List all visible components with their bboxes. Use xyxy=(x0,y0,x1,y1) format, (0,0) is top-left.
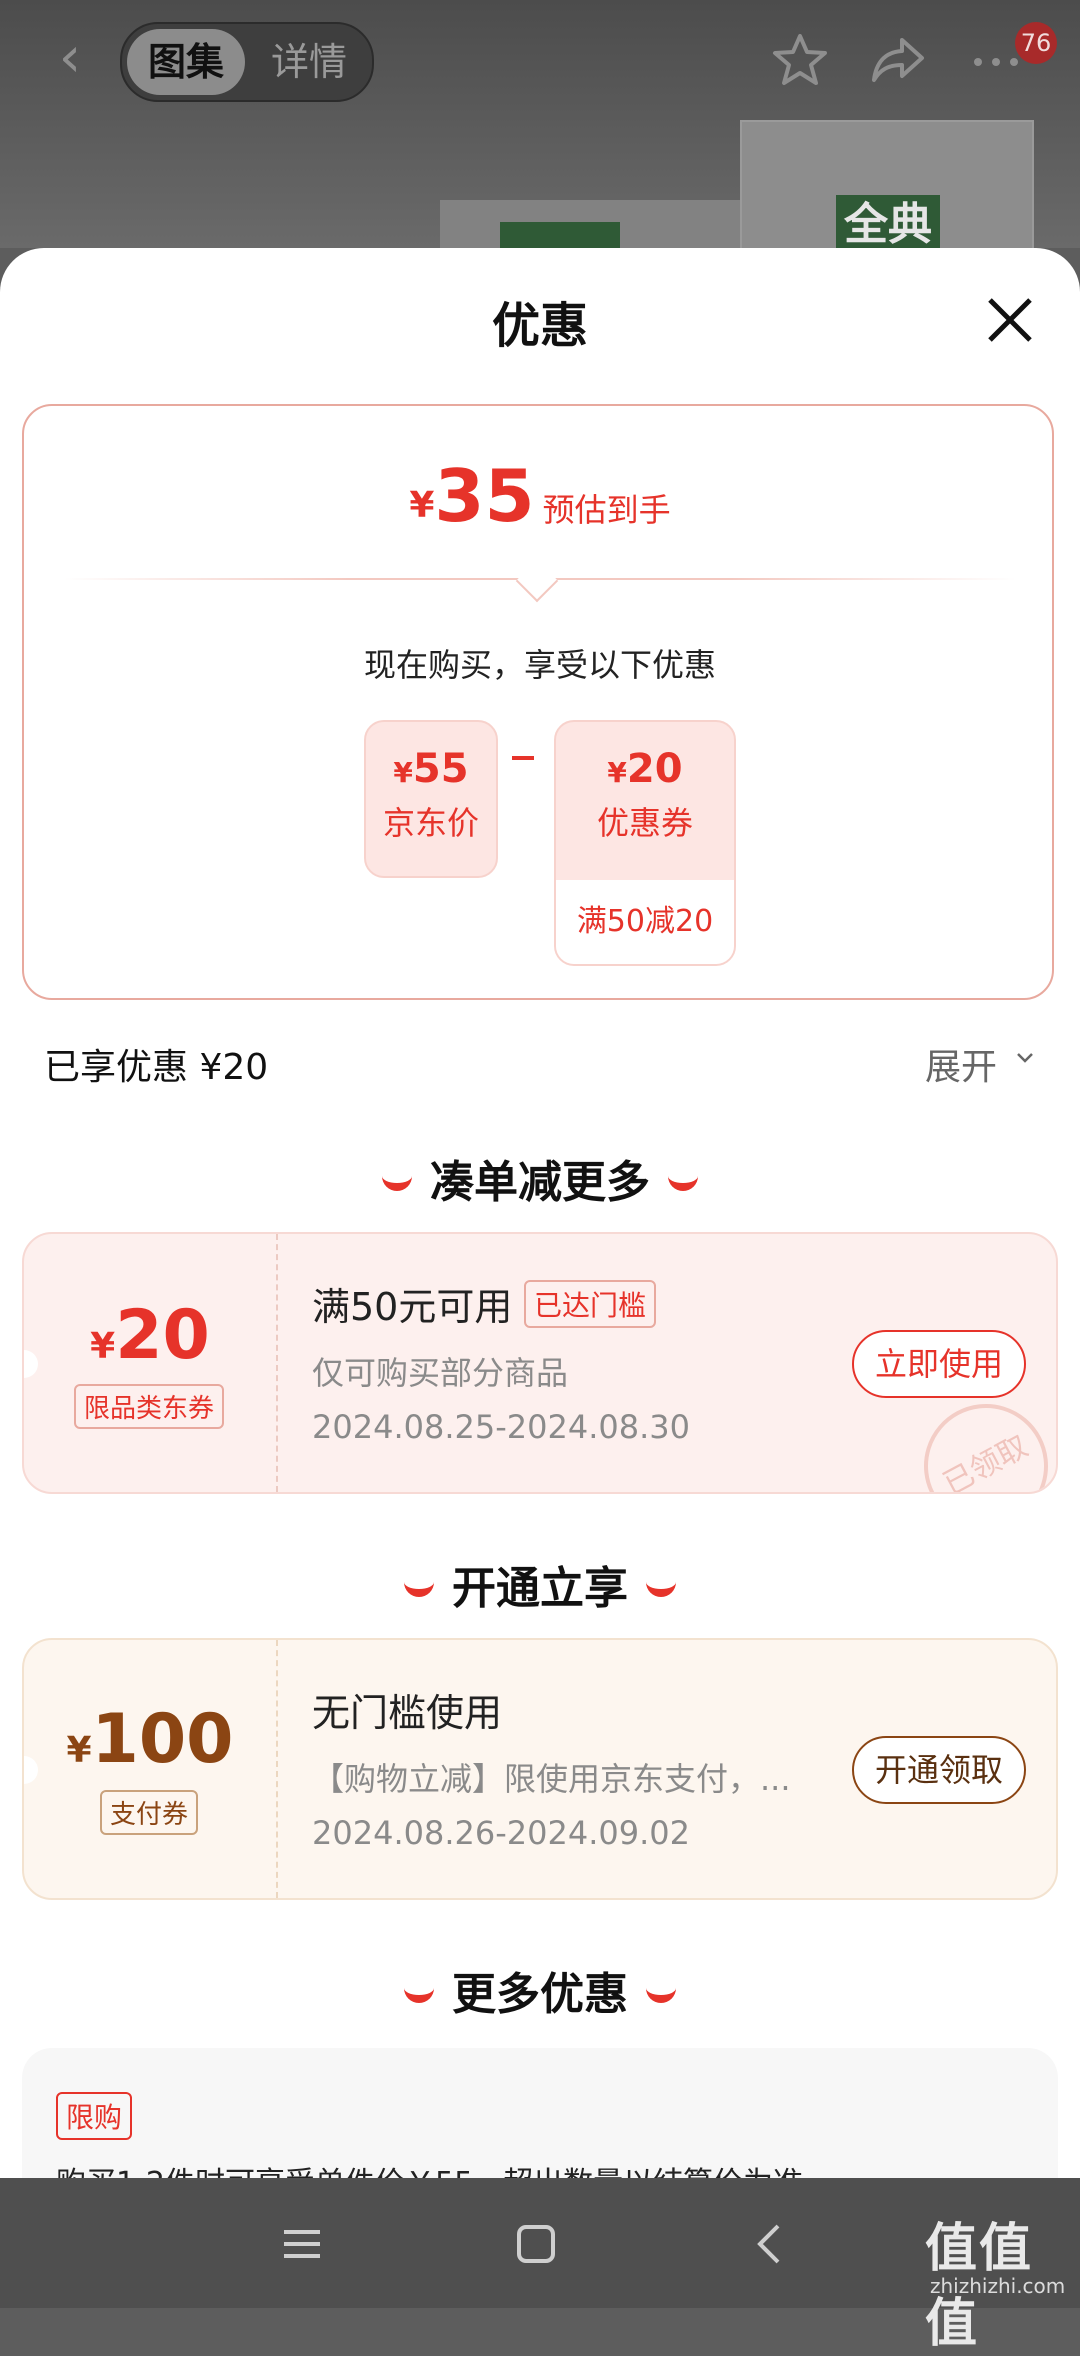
estimated-price: ¥35 预估到手 xyxy=(24,454,1056,538)
smile-decoration xyxy=(404,1573,434,1597)
currency-symbol: ¥ xyxy=(393,756,413,789)
coupon-date: 2024.08.26-2024.09.02 xyxy=(312,1814,690,1852)
section-open: 开通立享 xyxy=(0,1552,1080,1616)
product-logo-2 xyxy=(500,222,620,250)
product-logo: 全典 xyxy=(836,195,940,255)
coupon-title: 无门槛使用 xyxy=(312,1691,503,1735)
estimated-price-value: 35 xyxy=(434,454,535,538)
expand-button[interactable]: 展开 xyxy=(925,1038,997,1090)
smile-decoration xyxy=(668,1167,698,1191)
dashed-divider xyxy=(276,1234,278,1492)
tab-details[interactable]: 详情 xyxy=(250,29,368,95)
enjoyed-discount: 已享优惠 ¥20 xyxy=(44,1047,269,1088)
sheet-title: 优惠 xyxy=(491,298,588,354)
smile-decoration xyxy=(382,1167,412,1191)
buy-now-text: 现在购买，享受以下优惠 xyxy=(363,646,716,684)
watermark-sub: zhizhizhi.com xyxy=(930,2274,1066,2298)
segment-control: 图集 详情 xyxy=(120,22,374,102)
section-more: 更多优惠 xyxy=(0,1958,1080,2022)
jd-price-label: 京东价 xyxy=(382,804,479,842)
divider-notch xyxy=(515,559,559,603)
activate-claim-button[interactable]: 开通领取 xyxy=(852,1736,1026,1804)
section-combine: 凑单减更多 xyxy=(0,1146,1080,1210)
coupon-description: 【购物立减】限使用京东支付，... xyxy=(312,1760,791,1798)
top-bar: 全典 ‹ 图集 详情 76 xyxy=(0,0,1080,264)
coupon-card: ¥100 支付券 无门槛使用 【购物立减】限使用京东支付，... 2024.08… xyxy=(22,1638,1058,1900)
jd-price-value: 55 xyxy=(412,746,469,792)
currency-symbol: ¥ xyxy=(409,485,435,526)
price-summary-card: ¥35 预估到手 现在购买，享受以下优惠 ¥55 京东价 ¥20 优惠券 满50减… xyxy=(22,404,1054,1000)
system-nav-bar xyxy=(0,2178,1080,2308)
close-icon[interactable] xyxy=(980,290,1040,350)
section-title: 更多优惠 xyxy=(452,1969,628,2020)
back-nav-icon[interactable] xyxy=(740,2214,800,2274)
dashed-divider xyxy=(276,1640,278,1898)
coupon-card: ¥20 限品类东券 满50元可用 已达门槛 仅可购买部分商品 2024.08.2… xyxy=(22,1232,1058,1494)
menu-icon[interactable] xyxy=(272,2214,332,2274)
jd-price-box: ¥55 京东价 xyxy=(364,720,498,878)
limit-text: 购买1-2件时可享受单件价￥55，超出数量以结算价为准 xyxy=(56,2158,803,2178)
use-now-button[interactable]: 立即使用 xyxy=(852,1330,1026,1398)
coupon-value: 20 xyxy=(626,746,683,792)
back-icon[interactable]: ‹ xyxy=(40,30,100,90)
discount-sheet: 优惠 ¥35 预估到手 现在购买，享受以下优惠 ¥55 京东价 ¥20 优惠券 满… xyxy=(0,248,1080,2178)
coupon-amount: ¥100 xyxy=(24,1700,276,1779)
smile-decoration xyxy=(404,1979,434,2003)
coupon-date: 2024.08.25-2024.08.30 xyxy=(312,1408,690,1446)
currency-symbol: ¥ xyxy=(607,756,627,789)
smile-decoration xyxy=(646,1979,676,2003)
coupon-amount: ¥20 xyxy=(24,1296,276,1375)
coupon-label: 优惠券 xyxy=(596,804,693,842)
section-title: 开通立享 xyxy=(452,1563,628,1614)
share-icon[interactable] xyxy=(868,30,928,90)
coupon-description: 仅可购买部分商品 xyxy=(312,1354,569,1392)
currency-symbol: ¥ xyxy=(90,1326,116,1367)
home-icon[interactable] xyxy=(506,2214,566,2274)
coupon-condition: 满50减20 xyxy=(556,880,734,964)
star-icon[interactable] xyxy=(770,30,830,90)
claimed-stamp: 已领取 xyxy=(902,1382,1056,1492)
coupon-title: 满50元可用 xyxy=(312,1285,513,1329)
threshold-tag: 已达门槛 xyxy=(524,1280,657,1328)
coupon-amount-value: 100 xyxy=(91,1700,234,1779)
tab-gallery[interactable]: 图集 xyxy=(127,29,245,95)
minus-sign xyxy=(512,756,534,760)
smile-decoration xyxy=(646,1573,676,1597)
notification-badge: 76 xyxy=(1015,22,1057,64)
currency-symbol: ¥ xyxy=(66,1730,92,1771)
coupon-price-box: ¥20 优惠券 满50减20 xyxy=(554,720,736,966)
chevron-down-icon[interactable] xyxy=(1015,1048,1035,1068)
coupon-type-tag: 限品类东券 xyxy=(74,1384,225,1429)
estimated-price-label: 预估到手 xyxy=(542,491,671,529)
more-offer-card: 限购 购买1-2件时可享受单件价￥55，超出数量以结算价为准 xyxy=(22,2048,1058,2178)
coupon-amount-value: 20 xyxy=(115,1296,210,1375)
limit-tag: 限购 xyxy=(56,2092,133,2140)
coupon-type-tag: 支付券 xyxy=(100,1790,199,1835)
section-title: 凑单减更多 xyxy=(430,1157,650,1208)
